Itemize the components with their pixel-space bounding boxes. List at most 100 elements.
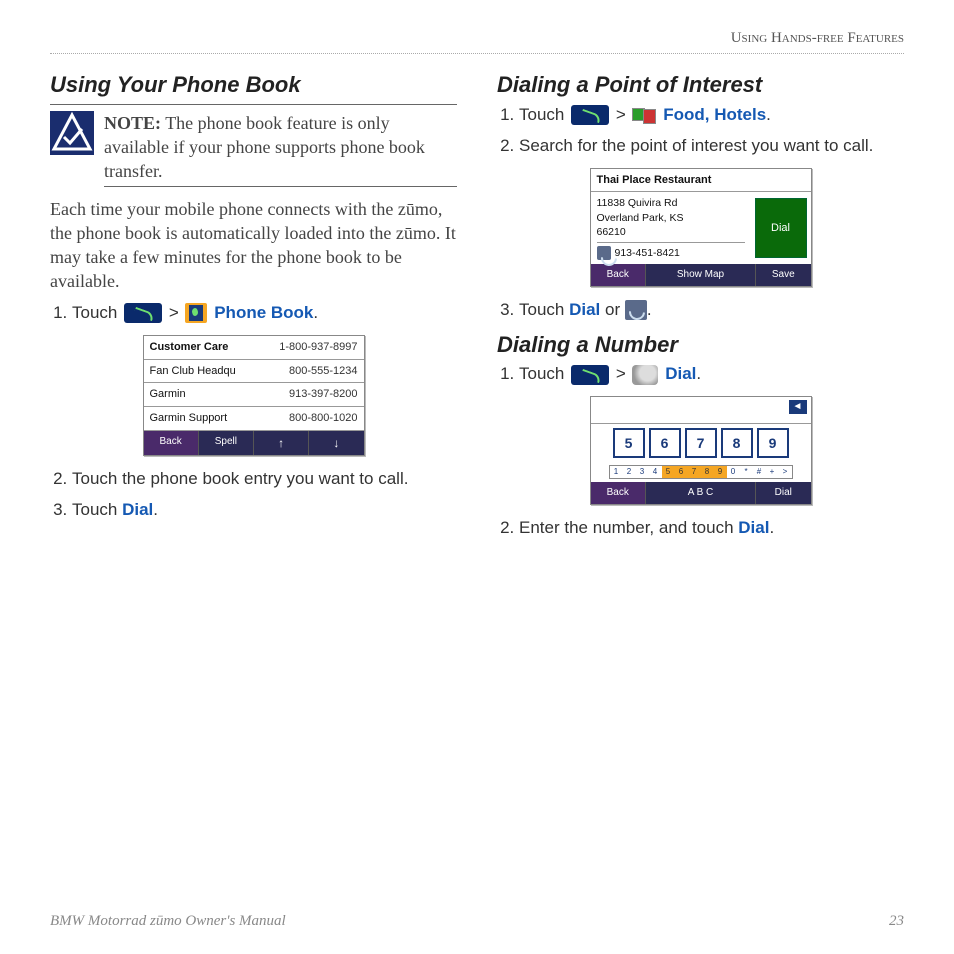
phonebook-screenshot: Customer Care1-800-937-8997 Fan Club Hea… — [143, 335, 365, 457]
dial-link: Dial — [665, 364, 696, 383]
abc-button: A B C — [646, 482, 756, 504]
poi-icon — [632, 105, 656, 125]
note-block: NOTE: The phone book feature is only ava… — [50, 111, 457, 187]
digit: 6 — [675, 466, 688, 478]
table-row: Customer Care1-800-937-8997 — [144, 336, 364, 359]
dial-link: Dial — [569, 300, 600, 319]
contact-number: 913-397-8200 — [258, 383, 363, 407]
note-label: NOTE: — [104, 113, 161, 133]
step-text: Touch — [519, 105, 569, 124]
phonebook-table: Customer Care1-800-937-8997 Fan Club Hea… — [144, 336, 364, 431]
digit: 2 — [623, 466, 636, 478]
poi-screenshot: Thai Place Restaurant 11838 Quivira Rd O… — [590, 168, 812, 287]
list-item: Search for the point of interest you wan… — [519, 135, 904, 158]
heading-dial-number: Dialing a Number — [497, 330, 904, 360]
phone-book-link: Phone Book — [214, 303, 313, 322]
right-column: Dialing a Point of Interest Touch > Food… — [497, 64, 904, 548]
key-8: 8 — [721, 428, 753, 458]
contact-name: Garmin — [144, 383, 259, 407]
screenshot-buttons: Back Spell ↑ ↓ — [144, 431, 364, 455]
back-button: Back — [144, 431, 199, 455]
contact-number: 800-555-1234 — [258, 359, 363, 383]
digit: 4 — [649, 466, 662, 478]
divider — [50, 104, 457, 105]
address-line: 11838 Quivira Rd — [597, 196, 745, 210]
list-item: Enter the number, and touch Dial. — [519, 517, 904, 540]
step-text: or — [600, 300, 625, 319]
contact-number: 800-800-1020 — [258, 407, 363, 431]
phone-icon — [571, 365, 609, 385]
save-button: Save — [756, 264, 811, 286]
page-footer: BMW Motorrad zūmo Owner's Manual 23 — [50, 913, 904, 930]
up-button: ↑ — [254, 431, 309, 455]
dial-link: Dial — [122, 500, 153, 519]
heading-poi: Dialing a Point of Interest — [497, 70, 904, 100]
list-item: Touch > Dial. — [519, 363, 904, 386]
dialer-screenshot: ◄ 5 6 7 8 9 1 2 3 4 5 6 7 8 9 — [590, 396, 812, 505]
digit: 3 — [636, 466, 649, 478]
note-icon — [50, 111, 94, 155]
digit: 8 — [701, 466, 714, 478]
step-text: Touch — [72, 303, 122, 322]
key-9: 9 — [757, 428, 789, 458]
poi-title: Thai Place Restaurant — [591, 169, 811, 193]
table-row: Fan Club Headqu800-555-1234 — [144, 359, 364, 383]
back-button: Back — [591, 264, 647, 286]
body-paragraph: Each time your mobile phone connects wit… — [50, 197, 457, 294]
display-bar: ◄ — [591, 397, 811, 424]
poi-address: 11838 Quivira Rd Overland Park, KS 66210… — [591, 192, 751, 264]
list-item: Touch > Phone Book. — [72, 302, 457, 325]
step-text: Touch — [72, 500, 122, 519]
digit: + — [766, 466, 779, 478]
dialpad-icon — [632, 365, 658, 385]
separator: > — [616, 105, 631, 124]
list-item: Touch > Food, Hotels. — [519, 104, 904, 127]
address-line: 66210 — [597, 225, 745, 239]
digit: 5 — [662, 466, 675, 478]
key-row: 5 6 7 8 9 — [591, 424, 811, 462]
digit: 9 — [714, 466, 727, 478]
screenshot-buttons: Back A B C Dial — [591, 482, 811, 504]
spell-button: Spell — [199, 431, 254, 455]
step-text: Enter the number, and touch — [519, 518, 738, 537]
back-button: Back — [591, 482, 647, 504]
punct: . — [769, 518, 774, 537]
digit: 7 — [688, 466, 701, 478]
dial-button: Dial — [756, 482, 811, 504]
digit: 0 — [727, 466, 740, 478]
digit: 1 — [610, 466, 623, 478]
list-item: Touch the phone book entry you want to c… — [72, 468, 457, 491]
dial-link: Dial — [738, 518, 769, 537]
key-7: 7 — [685, 428, 717, 458]
table-row: Garmin Support800-800-1020 — [144, 407, 364, 431]
contact-name: Customer Care — [144, 336, 259, 359]
section-header: Using Hands-free Features — [50, 30, 904, 54]
step-text: Touch — [519, 364, 569, 383]
punct: . — [153, 500, 158, 519]
contact-name: Garmin Support — [144, 407, 259, 431]
call-icon — [625, 300, 647, 320]
down-button: ↓ — [309, 431, 363, 455]
contact-number: 1-800-937-8997 — [258, 336, 363, 359]
punct: . — [313, 303, 318, 322]
step-text: Touch — [519, 300, 569, 319]
punct: . — [647, 300, 652, 319]
dial-button: Dial — [755, 198, 807, 258]
address-line: Overland Park, KS — [597, 211, 745, 225]
separator: > — [616, 364, 631, 383]
contact-name: Fan Club Headqu — [144, 359, 259, 383]
screenshot-buttons: Back Show Map Save — [591, 264, 811, 286]
heading-phone-book: Using Your Phone Book — [50, 70, 457, 100]
phone-icon — [124, 303, 162, 323]
phonebook-icon — [185, 303, 207, 323]
phone-number: 913-451-8421 — [615, 246, 680, 260]
food-hotels-link: Food, Hotels — [663, 105, 766, 124]
call-icon — [597, 246, 611, 260]
phone-line: 913-451-8421 — [597, 242, 745, 260]
note-text: NOTE: The phone book feature is only ava… — [104, 111, 457, 187]
digit: > — [779, 466, 792, 478]
key-6: 6 — [649, 428, 681, 458]
digit: # — [753, 466, 766, 478]
backspace-icon: ◄ — [789, 400, 807, 414]
left-column: Using Your Phone Book NOTE: The phone bo… — [50, 64, 457, 548]
